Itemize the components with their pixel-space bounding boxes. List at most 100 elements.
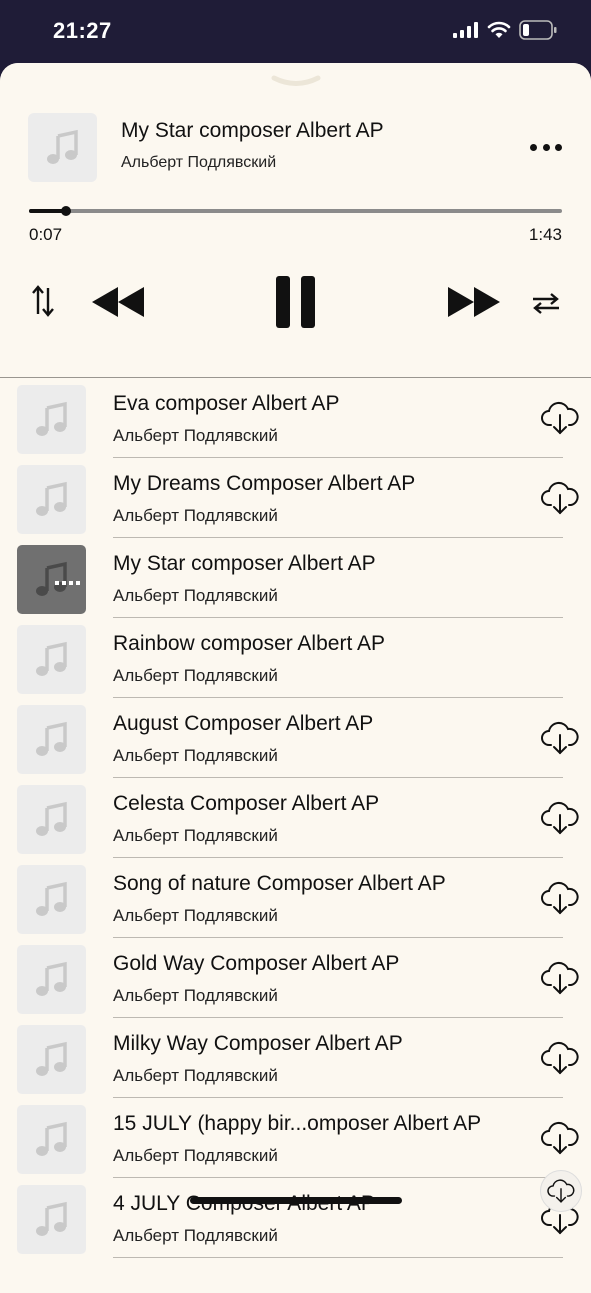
music-note-icon: [35, 721, 67, 756]
music-note-icon: [35, 641, 67, 676]
track-title: Rainbow composer Albert AP: [113, 632, 385, 655]
wifi-icon: [487, 21, 511, 38]
track-row[interactable]: Song of nature Composer Albert AP Альберт…: [0, 858, 591, 938]
home-indicator[interactable]: [190, 1197, 402, 1204]
music-note-icon: [35, 881, 67, 916]
album-art: [28, 113, 97, 182]
track-row[interactable]: 4 JULY Composer Albert AP Альберт Подлявс…: [0, 1178, 591, 1258]
download-button[interactable]: [541, 720, 579, 756]
download-cloud-icon: [541, 1041, 579, 1075]
now-playing-artist: Альберт Подлявский: [121, 154, 277, 171]
track-title: 4 JULY Composer Albert AP: [113, 1192, 375, 1215]
progress-bar[interactable]: [29, 206, 562, 216]
track-row[interactable]: August Composer Albert AP Альберт Подлявс…: [0, 698, 591, 778]
now-playing-sheet: Альберт Подлявский Eva composer Albert A…: [0, 63, 591, 1293]
download-cloud-icon: [541, 961, 579, 995]
track-artist: Альберт Подлявский: [113, 986, 278, 1005]
repeat-icon[interactable]: [530, 289, 562, 317]
download-button[interactable]: [541, 960, 579, 996]
track-artwork: [17, 1185, 86, 1254]
track-artwork: [17, 1105, 86, 1174]
track-artwork: [17, 545, 86, 614]
track-title: Celesta Composer Albert AP: [113, 792, 380, 815]
download-button[interactable]: [541, 480, 579, 516]
download-button[interactable]: [541, 800, 579, 836]
total-time: 1:43: [528, 225, 562, 244]
now-playing-title: My Star composer Albert AP: [121, 119, 384, 142]
track-title: My Star composer Albert AP: [113, 552, 376, 575]
track-row[interactable]: 15 JULY (happy bir...omposer Albert AP Ал…: [0, 1098, 591, 1178]
track-row[interactable]: Gold Way Composer Albert AP Альберт Подля…: [0, 938, 591, 1018]
battery-icon: [519, 20, 557, 40]
rewind-icon[interactable]: [90, 285, 146, 319]
track-row[interactable]: My Star composer Albert AP Альберт Подляв…: [0, 538, 591, 618]
status-bar: 21:27: [0, 0, 591, 64]
track-title: 15 JULY (happy bir...omposer Albert AP: [113, 1112, 482, 1135]
track-artist: Альберт Подлявский: [113, 666, 278, 685]
status-icons: [453, 20, 557, 40]
track-artist: Альберт Подлявский: [113, 826, 278, 845]
track-artwork: [17, 1025, 86, 1094]
download-cloud-icon: [541, 721, 579, 755]
download-cloud-icon: [541, 801, 579, 835]
music-note-icon: [35, 961, 67, 996]
track-row[interactable]: My Dreams Composer Albert AP Альберт Подл…: [0, 458, 591, 538]
sheet-grabber-icon[interactable]: [270, 75, 322, 89]
download-button[interactable]: [541, 880, 579, 916]
row-divider: [113, 1257, 563, 1258]
download-cloud-icon: [541, 401, 579, 435]
download-button[interactable]: [541, 1040, 579, 1076]
track-title: Eva composer Albert AP: [113, 392, 340, 415]
track-row[interactable]: Eva composer Albert AP Альберт Подлявский: [0, 378, 591, 458]
signal-icon: [453, 22, 478, 38]
download-button[interactable]: [541, 1120, 579, 1156]
track-row[interactable]: Milky Way Composer Albert AP Альберт Подл…: [0, 1018, 591, 1098]
track-artist: Альберт Подлявский: [113, 746, 278, 765]
track-title: Milky Way Composer Albert AP: [113, 1032, 403, 1055]
download-button[interactable]: [541, 400, 579, 436]
music-note-icon: [35, 561, 67, 596]
track-artist: Альберт Подлявский: [113, 426, 278, 445]
track-artwork: [17, 465, 86, 534]
track-row[interactable]: Rainbow composer Albert AP Альберт Подляв…: [0, 618, 591, 698]
track-artwork: [17, 945, 86, 1014]
elapsed-time: 0:07: [29, 225, 63, 244]
download-cloud-icon: [541, 481, 579, 515]
track-artwork: [17, 865, 86, 934]
status-time: 21:27: [53, 18, 112, 43]
track-title: August Composer Albert AP: [113, 712, 374, 735]
music-note-icon: [35, 1121, 67, 1156]
track-artist: Альберт Подлявский: [113, 1226, 278, 1245]
track-title: Gold Way Composer Albert AP: [113, 952, 400, 975]
track-artwork: [17, 385, 86, 454]
track-artwork: [17, 705, 86, 774]
track-artwork: [17, 785, 86, 854]
music-note-icon: [46, 129, 78, 164]
progress-knob[interactable]: [61, 206, 72, 216]
track-title: My Dreams Composer Albert AP: [113, 472, 416, 495]
track-artist: Альберт Подлявский: [113, 1146, 278, 1165]
sort-icon[interactable]: [28, 283, 58, 319]
track-artist: Альберт Подлявский: [113, 1066, 278, 1085]
track-artwork: [17, 625, 86, 694]
music-note-icon: [35, 801, 67, 836]
music-note-icon: [35, 1041, 67, 1076]
music-note-icon: [35, 481, 67, 516]
mini-player: My Star composer Albert AP Альберт Подля…: [0, 63, 591, 377]
download-cloud-icon: [541, 881, 579, 915]
player-divider: [0, 377, 591, 378]
track-artist: Альберт Подлявский: [113, 586, 278, 605]
track-artist: Альберт Подлявский: [113, 906, 278, 925]
track-artist: Альберт Подлявский: [113, 506, 278, 525]
more-icon[interactable]: [530, 137, 562, 157]
download-cloud-icon: [541, 1121, 579, 1155]
forward-icon[interactable]: [446, 285, 502, 319]
music-note-icon: [35, 1201, 67, 1236]
music-note-icon: [35, 401, 67, 436]
download-cloud-icon: [547, 1179, 575, 1203]
download-all-button[interactable]: [540, 1170, 582, 1212]
now-playing-indicator-icon: [55, 581, 80, 585]
pause-icon[interactable]: [275, 275, 317, 329]
track-title: Song of nature Composer Albert AP: [113, 872, 446, 895]
track-row[interactable]: Celesta Composer Albert AP Альберт Подляв…: [0, 778, 591, 858]
